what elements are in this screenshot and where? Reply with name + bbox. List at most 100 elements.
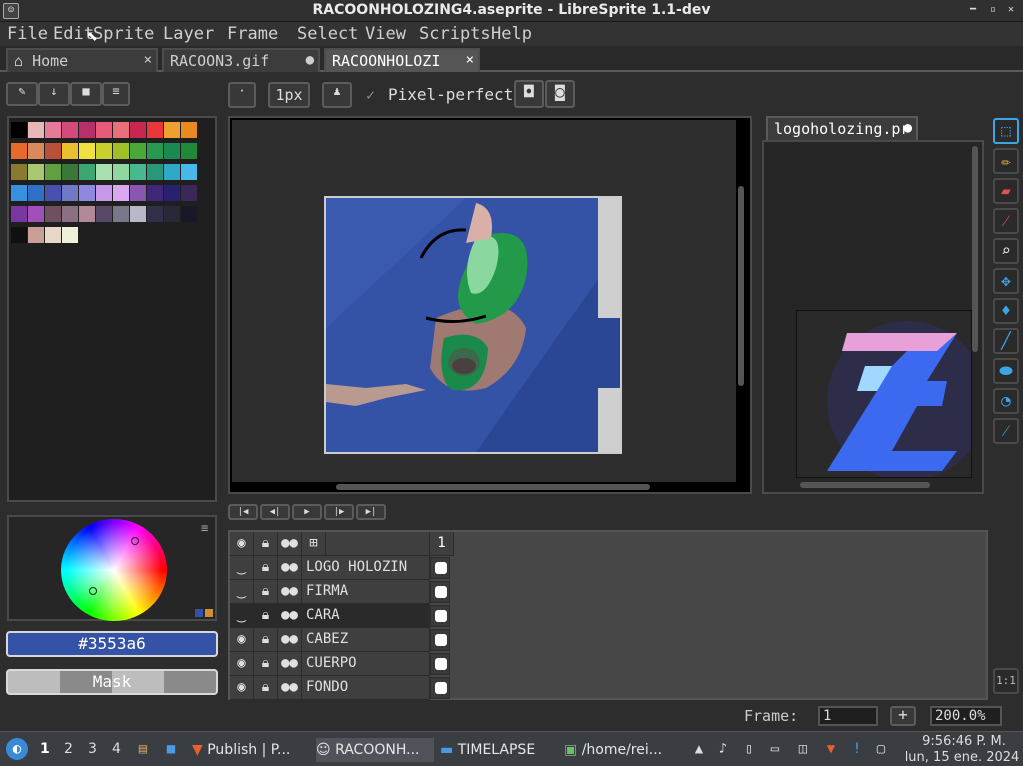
palette-swatch[interactable] [130,206,146,222]
palette-swatch[interactable] [11,185,27,201]
first-frame-button[interactable]: |◀ [228,504,258,520]
wheel-marker[interactable] [131,537,139,545]
lock-icon[interactable]: 🔒︎ [254,652,278,676]
palette-swatch[interactable] [28,185,44,201]
palette-swatch[interactable] [164,164,180,180]
palette-swatch[interactable] [62,206,78,222]
frame-number[interactable]: 1 [430,532,454,556]
eraser-icon[interactable]: ▰ [993,178,1019,204]
eye-icon[interactable]: ◉ [230,532,254,556]
lock-icon[interactable]: 🔒︎ [254,556,278,580]
clock-time[interactable]: 9:56:46 P. M. [908,734,1020,749]
layer-cel[interactable] [430,653,450,675]
palette-swatch[interactable] [62,185,78,201]
palette-swatch[interactable] [130,164,146,180]
palette-swatch[interactable] [181,206,197,222]
preview-hscrollbar[interactable] [800,482,930,488]
editor-hscrollbar[interactable] [336,484,650,490]
tab-racoonholozing[interactable]: RACOONHOLOZI × [324,48,480,72]
palette-swatch[interactable] [79,206,95,222]
bucket-icon[interactable]: ♦ [993,298,1019,324]
palette-swatch[interactable] [45,143,61,159]
bg-color-swatch[interactable] [205,609,213,617]
menu-select[interactable]: Select [297,24,358,44]
palette-swatch[interactable] [45,164,61,180]
palette-swatch[interactable] [164,143,180,159]
lock-icon[interactable]: 🔒︎ [254,604,278,628]
palette-swatch[interactable] [181,143,197,159]
continuous-icon[interactable]: ●● [278,556,302,580]
volume-icon[interactable]: ♪ [714,740,732,758]
palette-swatch[interactable] [181,122,197,138]
close-tab-icon[interactable]: × [466,52,474,68]
layer-link-icon[interactable] [326,532,430,556]
palette-swatch[interactable] [28,164,44,180]
menu-help[interactable]: Help [491,24,532,44]
layer-row[interactable]: ‿ 🔒︎ ●● CARA [230,604,454,628]
palette-swatch[interactable] [96,122,112,138]
clipboard-icon[interactable]: ▯ [740,740,758,758]
workspace-2[interactable]: 2 [64,741,73,757]
menu-frame[interactable]: Frame [227,24,278,44]
palette-swatch[interactable] [147,122,163,138]
last-frame-button[interactable]: ▶| [356,504,386,520]
prev-frame-button[interactable]: ◀| [260,504,290,520]
tray-arrow-icon[interactable]: ▲ [690,740,708,758]
mask-color-button[interactable]: Mask [6,669,218,695]
layer-row[interactable]: ◉ 🔒︎ ●● CUERPO [230,652,454,676]
palette-swatch[interactable] [28,206,44,222]
move-icon[interactable]: ✥ [993,268,1019,294]
layer-name[interactable]: LOGO HOLOZIN [302,556,430,580]
workspace-4[interactable]: 4 [112,741,121,757]
palette-swatch[interactable] [147,164,163,180]
sort-down-button[interactable]: ↓ [38,82,70,106]
screen-icon[interactable]: ▢ [872,740,890,758]
continuous-icon[interactable]: ●● [278,628,302,652]
preview-vscrollbar[interactable] [972,146,978,352]
symmetry-vertical-button[interactable]: ◘ [514,80,544,108]
palette-swatch[interactable] [96,143,112,159]
eye-icon[interactable]: ◉ [230,628,254,652]
palette-swatch[interactable] [28,122,44,138]
ellipse-icon[interactable]: ⬬ [993,358,1019,384]
blur-icon[interactable]: ⁄ [993,418,1019,444]
layer-name[interactable]: CABEZ [302,628,430,652]
file-manager-icon[interactable]: ▤ [134,740,152,758]
continuous-icon[interactable]: ●● [278,604,302,628]
editor-vscrollbar[interactable] [738,186,744,386]
palette-swatch[interactable] [79,164,95,180]
palette-swatch[interactable] [45,185,61,201]
sprite-editor[interactable] [228,116,752,494]
preview-tab[interactable]: logoholozing.pr ● [766,116,918,140]
play-button[interactable]: ▶ [292,504,322,520]
taskbar-app-image-viewer[interactable]: ▣ /home/rei... [564,738,676,762]
taskbar-app-libresprite[interactable]: ☺ RACOONH... [316,738,434,762]
start-menu-icon[interactable]: ◐ [6,738,28,760]
pencil-icon[interactable]: ✏ [993,148,1019,174]
onion-skin-icon[interactable]: ⊞ [302,532,326,556]
continuous-icon[interactable]: ●● [278,676,302,700]
brush-type-button[interactable]: · [228,82,256,108]
palette-swatch[interactable] [11,122,27,138]
palette-swatch[interactable] [96,164,112,180]
close-icon[interactable]: ✕ [1008,4,1014,15]
ink-type-button[interactable]: ♟ [322,82,352,108]
next-frame-button[interactable]: |▶ [324,504,354,520]
layer-cel[interactable] [430,629,450,651]
palette-swatch[interactable] [147,143,163,159]
palette-swatch[interactable] [96,185,112,201]
palette-swatch[interactable] [164,122,180,138]
workspace-1[interactable]: 1 [40,741,50,757]
menu-scripts[interactable]: Scripts [419,24,491,44]
pixel-perfect-checkbox[interactable]: ✓ [366,86,375,104]
tab-home[interactable]: ⌂ Home × [6,48,158,72]
desktop-icon[interactable]: ■ [162,740,180,758]
fg-color-swatch[interactable] [195,609,203,617]
palette-swatch[interactable] [113,143,129,159]
layer-row[interactable]: ‿ 🔒︎ ●● LOGO HOLOZIN [230,556,454,580]
palette-swatch[interactable] [11,164,27,180]
wheel-menu-icon[interactable]: ≡ [201,521,208,535]
marquee-icon[interactable]: ⬚ [993,118,1019,144]
continuous-icon[interactable]: ●● [278,580,302,604]
palette-swatch[interactable] [45,122,61,138]
